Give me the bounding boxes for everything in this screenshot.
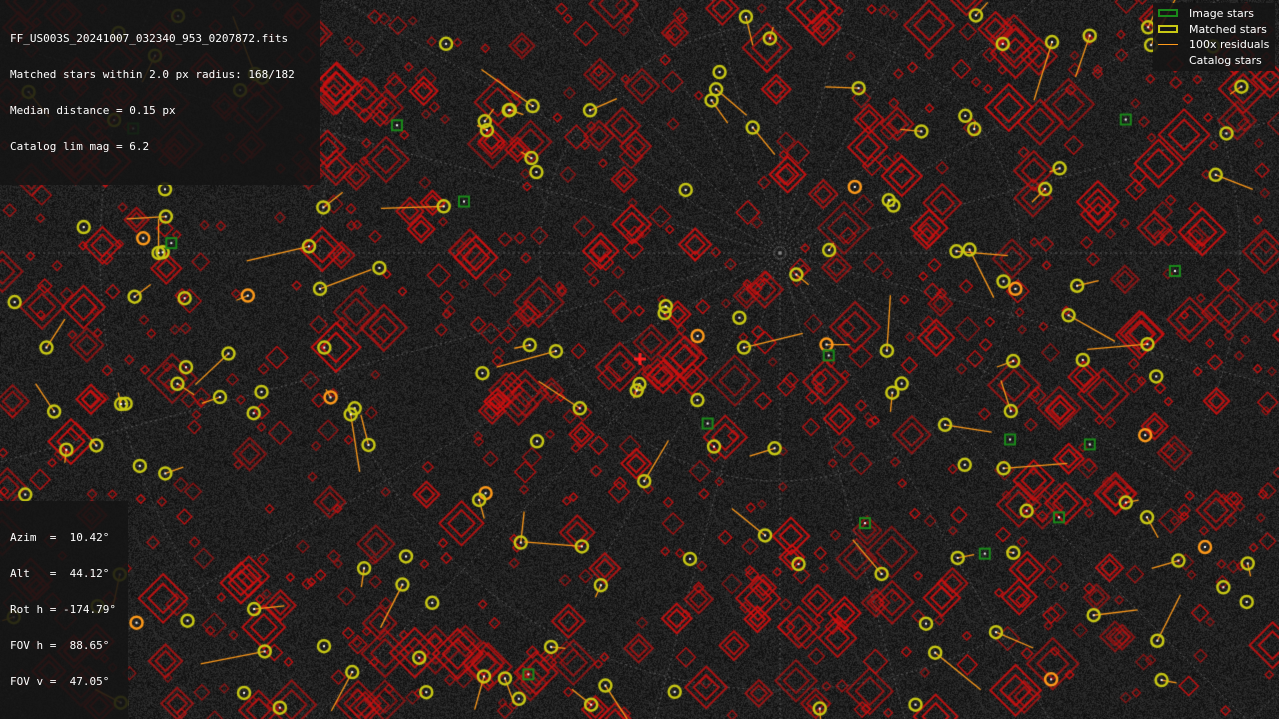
legend-label-image-stars: Image stars (1189, 7, 1254, 20)
rotation-text: Rot h = -174.79° (10, 603, 116, 616)
legend-item-matched-stars: Matched stars (1153, 23, 1275, 37)
legend-item-image-stars: Image stars (1153, 7, 1275, 21)
fits-sky-view[interactable]: FF_US003S_20241007_032340_953_0207872.fi… (0, 0, 1279, 719)
legend-label-catalog-stars: Catalog stars (1189, 54, 1262, 67)
pointing-info-panel: Azim = 10.42° Alt = 44.12° Rot h = -174.… (0, 501, 128, 719)
legend-label-residuals: 100x residuals (1189, 38, 1270, 51)
matched-star-swatch-icon (1158, 25, 1178, 33)
image-star-swatch-icon (1158, 9, 1178, 17)
catalog-star-swatch-icon (1158, 56, 1178, 64)
azimuth-text: Azim = 10.42° (10, 531, 110, 544)
altitude-text: Alt = 44.12° (10, 567, 110, 580)
median-distance-text: Median distance = 0.15 px (10, 104, 176, 117)
fov-vertical-text: FOV v = 47.05° (10, 675, 110, 688)
legend: Image stars Matched stars 100x residuals… (1153, 3, 1275, 71)
fits-filename: FF_US003S_20241007_032340_953_0207872.fi… (10, 32, 289, 45)
legend-item-catalog-stars: Catalog stars (1153, 54, 1275, 68)
legend-label-matched-stars: Matched stars (1189, 23, 1267, 36)
residual-line-swatch-icon (1158, 44, 1178, 45)
catalog-lim-mag-text: Catalog lim mag = 6.2 (10, 140, 150, 153)
legend-item-residuals: 100x residuals (1153, 38, 1275, 52)
matched-stars-text: Matched stars within 2.0 px radius: 168/… (10, 68, 295, 81)
fov-horizontal-text: FOV h = 88.65° (10, 639, 110, 652)
fit-info-panel: FF_US003S_20241007_032340_953_0207872.fi… (0, 0, 320, 185)
